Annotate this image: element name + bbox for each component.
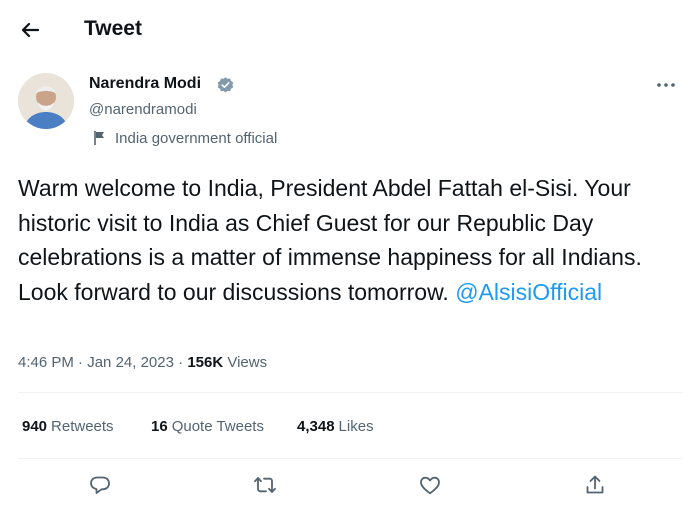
divider xyxy=(18,458,682,459)
mention-link[interactable]: @AlsisiOfficial xyxy=(455,279,602,305)
views-label: Views xyxy=(227,354,268,371)
tweet-text: Warm welcome to India, President Abdel F… xyxy=(18,171,698,309)
meta-separator: · xyxy=(178,354,184,371)
tweet-meta: 4:46 PM · Jan 24, 2023 · 156K Views xyxy=(18,354,267,371)
views-count: 156K xyxy=(187,354,224,371)
share-button[interactable] xyxy=(583,473,607,497)
divider xyxy=(18,392,682,393)
likes-stat[interactable]: 4,348 Likes xyxy=(297,418,374,435)
verified-badge-icon xyxy=(216,76,235,95)
quote-tweets-label: Quote Tweets xyxy=(171,418,264,435)
like-button[interactable] xyxy=(418,473,442,497)
affiliation-label[interactable]: India government official xyxy=(93,128,277,148)
page-title: Tweet xyxy=(84,17,142,40)
back-button[interactable] xyxy=(14,14,46,46)
author-handle[interactable]: @narendramodi xyxy=(89,101,197,118)
meta-separator: · xyxy=(78,354,84,371)
tweet-date[interactable]: Jan 24, 2023 xyxy=(87,354,174,371)
retweets-stat[interactable]: 940 Retweets xyxy=(22,418,114,435)
share-icon xyxy=(586,475,604,494)
arrow-left-icon xyxy=(21,22,40,38)
tweet-page: Tweet Narendra Modi @narendramodi India … xyxy=(0,0,700,505)
reply-icon xyxy=(90,476,110,494)
tweet-time[interactable]: 4:46 PM xyxy=(18,354,74,371)
retweets-count: 940 xyxy=(22,418,48,435)
retweet-icon xyxy=(254,477,276,493)
retweet-button[interactable] xyxy=(253,473,277,497)
more-button[interactable] xyxy=(652,74,680,96)
quote-tweets-count: 16 xyxy=(151,418,168,435)
likes-label: Likes xyxy=(338,418,374,435)
more-horizontal-icon xyxy=(657,83,675,87)
reply-button[interactable] xyxy=(88,473,112,497)
affiliation-text: India government official xyxy=(115,129,278,147)
avatar-image xyxy=(18,73,74,129)
flag-icon xyxy=(93,130,107,146)
avatar[interactable] xyxy=(18,73,74,129)
author-name[interactable]: Narendra Modi xyxy=(89,75,201,93)
header: Tweet xyxy=(0,0,700,58)
like-icon xyxy=(420,476,440,495)
likes-count: 4,348 xyxy=(297,418,335,435)
retweets-label: Retweets xyxy=(51,418,114,435)
quote-tweets-stat[interactable]: 16 Quote Tweets xyxy=(151,418,264,435)
